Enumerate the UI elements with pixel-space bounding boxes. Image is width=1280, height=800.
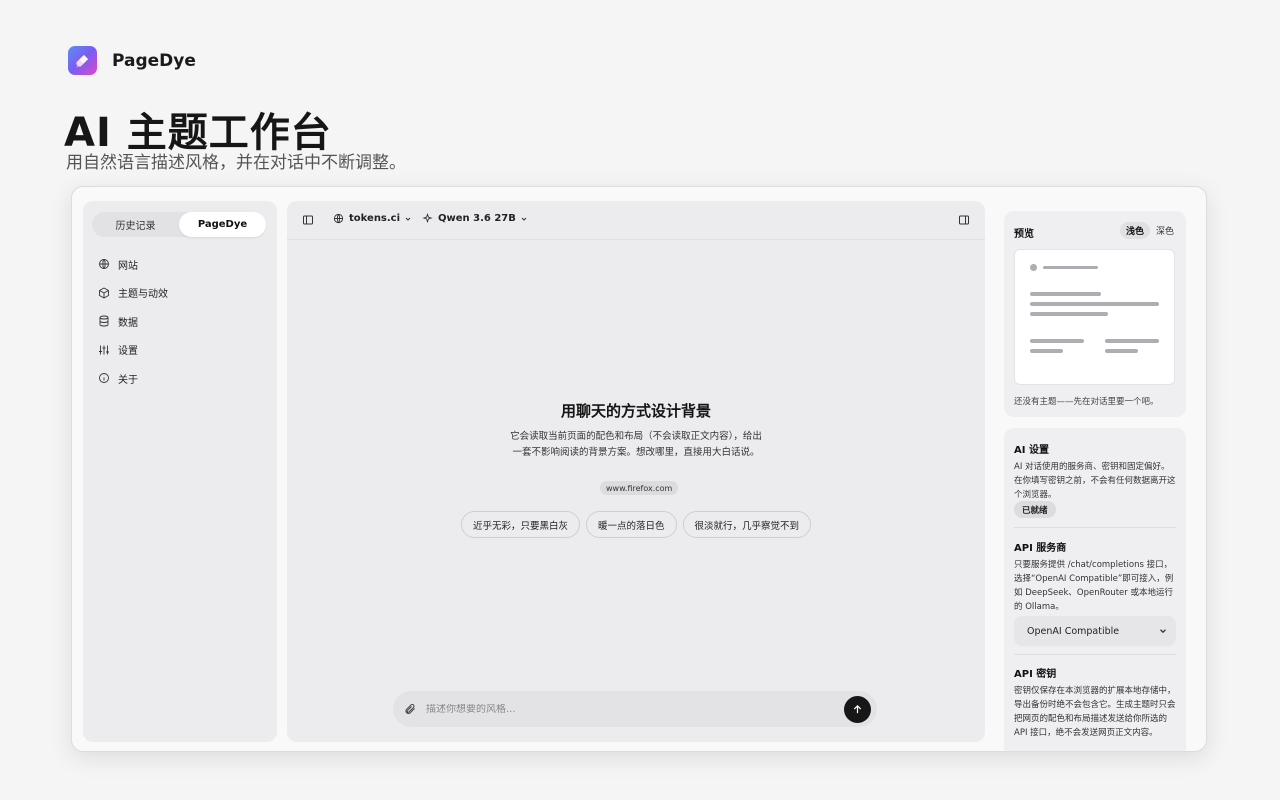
suggestion-chip[interactable]: 暖一点的落日色 [585, 511, 677, 538]
arrow-up-icon [853, 704, 862, 713]
model-selector[interactable]: Qwen 3.6 27B [422, 213, 528, 224]
sliders-icon [99, 345, 109, 355]
site-label: tokens.ci [349, 213, 401, 224]
chevron-down-icon [405, 217, 411, 221]
globe-icon [99, 259, 109, 270]
suggestion-list: 近乎无彩，只要黑白灰 暖一点的落日色 很淡就行，几乎察觉不到 [287, 511, 985, 538]
mock-line [1105, 339, 1159, 343]
tab-pagedye[interactable]: PageDye [179, 212, 266, 237]
mock-dot [1030, 264, 1037, 271]
suggestion-chip[interactable]: 很淡就行，几乎察觉不到 [682, 511, 812, 538]
sidebar-item-label: 主题与动效 [118, 289, 168, 301]
settings-card: AI 设置 AI 对话使用的服务商、密钥和固定偏好。在你填写密钥之前，不会有任何… [1004, 428, 1186, 751]
provider-title: API 服务商 [1014, 543, 1067, 554]
sidebar-tabs: 历史记录 PageDye [92, 212, 266, 237]
mock-line [1030, 339, 1084, 343]
database-icon [99, 315, 109, 327]
sidebar-item-label: 关于 [118, 374, 138, 386]
chevron-down-icon [1160, 629, 1166, 634]
paperclip-icon[interactable] [404, 703, 416, 715]
send-button[interactable] [844, 695, 871, 723]
model-label: Qwen 3.6 27B [438, 213, 516, 224]
api-key-title: API 密钥 [1014, 669, 1057, 680]
empty-state-description: 它会读取当前页面的配色和布局（不会读取正文内容），给出一套不影响阅读的背景方案。… [510, 431, 762, 458]
brush-icon [68, 46, 97, 75]
ai-settings-title: AI 设置 [1014, 445, 1049, 456]
brand-name: PageDye [112, 50, 196, 71]
site-selector[interactable]: tokens.ci [333, 213, 412, 224]
panel-toggle-icon[interactable] [958, 214, 970, 226]
sidebar-item-label: 数据 [118, 317, 138, 329]
divider [1014, 654, 1176, 655]
app-window: 历史记录 PageDye 网站 主题与动效 数据 设置 关于 tokens.ci… [71, 186, 1207, 752]
mock-line [1043, 266, 1098, 269]
preview-title: 预览 [1014, 229, 1034, 240]
globe-icon [333, 213, 344, 224]
preview-card: 预览 浅色 深色 还没有主题——先在对话里要一个吧。 [1004, 211, 1186, 417]
mode-dark-button[interactable]: 深色 [1150, 222, 1180, 239]
provider-description: 只要服务提供 /chat/completions 接口，选择“OpenAI Co… [1014, 560, 1174, 612]
suggestion-chip[interactable]: 近乎无彩，只要黑白灰 [460, 511, 580, 538]
current-url-badge: www.firefox.com [600, 481, 679, 495]
chat-input[interactable] [426, 703, 826, 715]
ai-settings-description: AI 对话使用的服务商、密钥和固定偏好。在你填写密钥之前，不会有任何数据离开这个… [1014, 462, 1176, 500]
mock-line [1105, 349, 1138, 353]
ai-settings-section: AI 设置 AI 对话使用的服务商、密钥和固定偏好。在你填写密钥之前，不会有任何… [1014, 441, 1176, 502]
sidebar-item-website[interactable]: 网站 [98, 250, 268, 279]
tab-history[interactable]: 历史记录 [92, 212, 179, 237]
api-key-description: 密钥仅保存在本浏览器的扩展本地存储中，导出备份时绝不会包含它。生成主题时只会把网… [1014, 686, 1176, 738]
provider-select[interactable]: OpenAI Compatible [1014, 616, 1176, 646]
provider-section: API 服务商 只要服务提供 /chat/completions 接口，选择“O… [1014, 539, 1176, 614]
chat-toolbar: tokens.ci Qwen 3.6 27B [287, 201, 985, 240]
chat-panel: tokens.ci Qwen 3.6 27B 用聊天的方式设计背景 它会读取当前… [287, 201, 985, 742]
sidebar-toggle-icon[interactable] [302, 214, 314, 226]
sidebar-item-label: 网站 [118, 260, 138, 272]
mock-line [1030, 292, 1101, 296]
sidebar-item-label: 设置 [118, 346, 138, 358]
sidebar-nav: 网站 主题与动效 数据 设置 关于 [98, 250, 268, 393]
page-subtitle: 用自然语言描述风格，并在对话中不断调整。 [66, 153, 406, 173]
mock-line [1030, 349, 1063, 353]
sidebar-item-settings[interactable]: 设置 [98, 336, 268, 365]
chat-composer [393, 691, 877, 727]
info-icon [99, 373, 109, 384]
right-panel: 预览 浅色 深色 还没有主题——先在对话里要一个吧。 AI 设置 AI 对话使用… [994, 201, 1194, 751]
brand: PageDye [68, 46, 196, 75]
preview-note: 还没有主题——先在对话里要一个吧。 [1014, 397, 1159, 407]
mode-light-button[interactable]: 浅色 [1119, 222, 1150, 239]
sidebar-item-data[interactable]: 数据 [98, 307, 268, 336]
empty-state-title: 用聊天的方式设计背景 [560, 402, 711, 420]
theme-mode-toggle: 浅色 深色 [1119, 222, 1180, 239]
mock-line [1030, 302, 1159, 306]
mock-line [1030, 312, 1108, 316]
chevron-down-icon [521, 217, 527, 221]
sidebar-item-theme[interactable]: 主题与动效 [98, 279, 268, 308]
provider-selected-value: OpenAI Compatible [1027, 625, 1120, 637]
sidebar-item-about[interactable]: 关于 [98, 364, 268, 393]
cube-icon [99, 287, 109, 299]
api-key-section: API 密钥 密钥仅保存在本浏览器的扩展本地存储中，导出备份时绝不会包含它。生成… [1014, 665, 1176, 740]
preview-mockup [1014, 249, 1175, 385]
sidebar: 历史记录 PageDye 网站 主题与动效 数据 设置 关于 [83, 201, 277, 742]
status-badge: 已就绪 [1014, 501, 1056, 518]
sparkle-icon [422, 213, 433, 224]
divider [1014, 527, 1176, 528]
